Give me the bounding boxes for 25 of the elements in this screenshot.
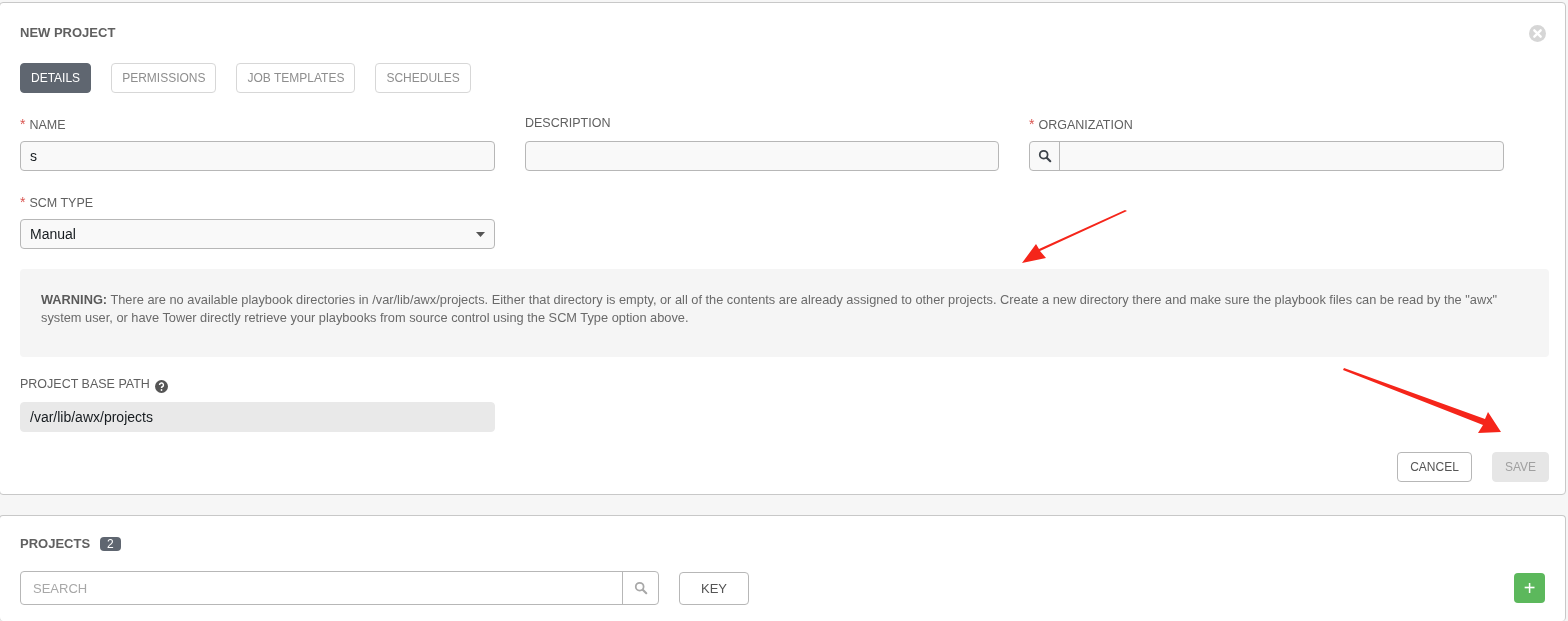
- cancel-button[interactable]: CANCEL: [1397, 452, 1472, 482]
- warning-message: WARNING: There are no available playbook directories in /var/lib/awx/projects. Either that directory is empty, or all of the contents are already assigned to other projects. Create a new directory there and make sure the playbook files can be read by the "awx" system user, or have Tower directly retrieve your playbooks from source control using the SCM Type option above.: [20, 269, 1549, 357]
- base-path-field: /var/lib/awx/projects: [20, 402, 495, 432]
- tab[interactable]: DETAILS: [20, 63, 92, 93]
- form-title: NEW PROJECT: [20, 25, 116, 40]
- section-title: PROJECTS: [20, 536, 91, 551]
- scm-type-dropdown[interactable]: Manual: [20, 219, 495, 249]
- tab[interactable]: PERMISSIONS: [111, 63, 217, 93]
- field-label: ORGANIZATION: [1038, 118, 1133, 132]
- text-field[interactable]: s: [20, 141, 495, 171]
- help-icon[interactable]: [154, 379, 168, 393]
- key-button[interactable]: KEY: [679, 571, 749, 605]
- count-badge: 2: [100, 536, 121, 551]
- field-label: SCM TYPE: [29, 196, 94, 210]
- field-label: NAME: [29, 118, 66, 132]
- lookup-field[interactable]: [1029, 141, 1504, 171]
- required-asterisk: *: [20, 116, 26, 132]
- field-label: PROJECT BASE PATH: [20, 377, 150, 391]
- text-field[interactable]: [525, 141, 999, 171]
- field-label: DESCRIPTION: [525, 116, 611, 130]
- required-asterisk: *: [20, 194, 26, 210]
- tab[interactable]: JOB TEMPLATES: [236, 63, 356, 93]
- required-asterisk: *: [1029, 116, 1035, 132]
- tab[interactable]: SCHEDULES: [375, 63, 471, 93]
- caret-icon: [476, 231, 485, 237]
